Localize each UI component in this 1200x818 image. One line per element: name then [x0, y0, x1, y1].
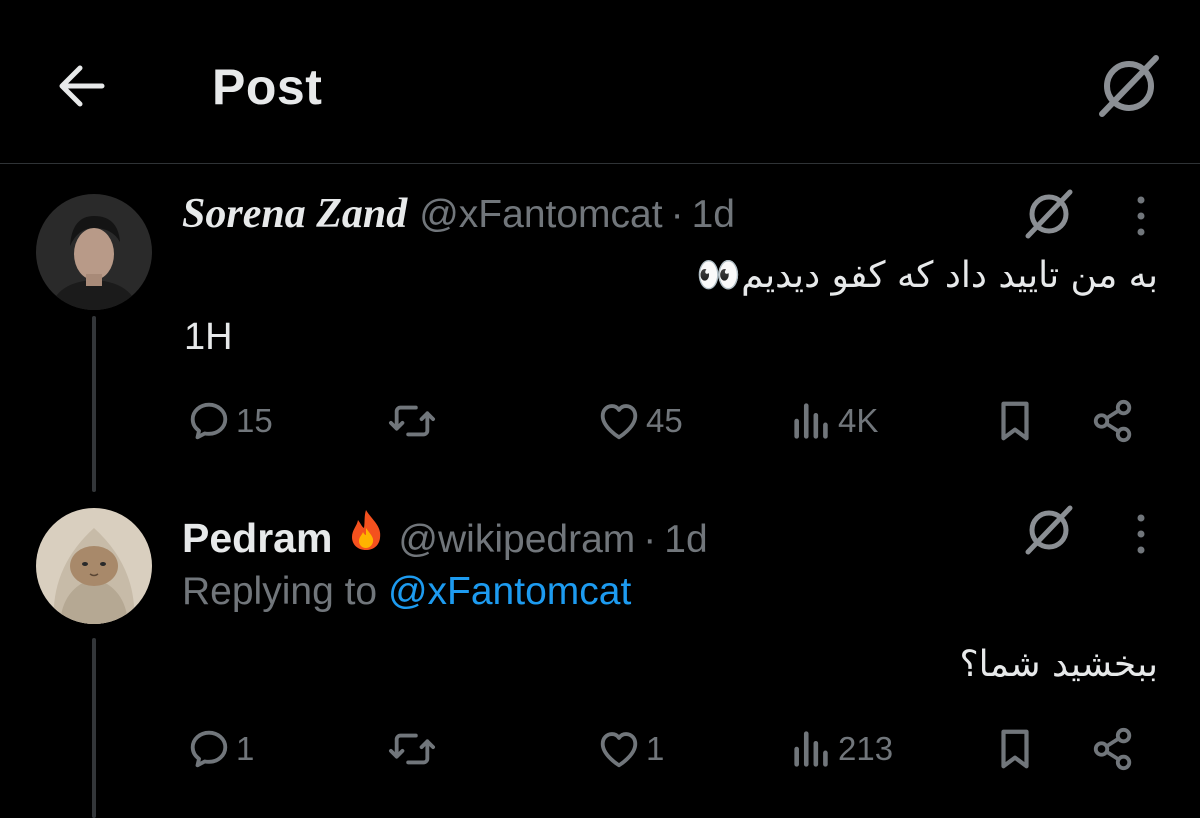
page-title: Post	[212, 59, 323, 115]
views-button[interactable]: 4K	[790, 398, 878, 444]
tweet-text-secondary: 1H	[184, 316, 233, 358]
reply-button[interactable]: 1	[186, 726, 254, 772]
avatar[interactable]	[36, 508, 152, 624]
repost-icon	[388, 405, 435, 437]
bookmark-icon	[1001, 729, 1029, 769]
analytics-icon	[794, 731, 828, 767]
like-button[interactable]: 1	[596, 726, 664, 772]
share-icon	[1093, 727, 1132, 771]
share-button[interactable]	[1090, 398, 1136, 444]
tweet-header: Sorena Zand @xFantomcat · 1d	[182, 190, 735, 238]
like-button[interactable]: 45	[596, 398, 683, 444]
grok-icon	[1025, 189, 1073, 239]
avatar[interactable]	[36, 194, 152, 310]
author-handle[interactable]: @xFantomcat	[419, 193, 662, 237]
heart-icon	[600, 732, 638, 768]
tweet-text: ببخشید شما؟	[959, 644, 1159, 685]
timestamp[interactable]: 1d	[664, 518, 707, 562]
grok-explain-button[interactable]	[1020, 500, 1078, 558]
tweet-text: به من تایید داد که کفو دیدیم👀	[696, 255, 1158, 296]
grok-icon	[1025, 505, 1073, 555]
share-button[interactable]	[1090, 726, 1136, 772]
top-bar: Post	[0, 0, 1200, 164]
grok-button[interactable]	[1094, 50, 1164, 120]
grok-icon	[1099, 55, 1159, 117]
bookmark-button[interactable]	[994, 726, 1036, 772]
more-options-button[interactable]	[1126, 190, 1156, 242]
thread-connector	[92, 316, 96, 492]
reply-icon	[190, 402, 228, 440]
grok-explain-button[interactable]	[1020, 184, 1078, 242]
tweet-header: Pedram @wikipedram · 1d	[182, 508, 708, 561]
more-options-button[interactable]	[1126, 508, 1156, 560]
reply-icon	[190, 730, 228, 768]
more-vertical-icon	[1137, 196, 1145, 236]
reply-count: 15	[236, 402, 273, 439]
bookmark-button[interactable]	[994, 398, 1036, 444]
back-arrow-icon	[59, 65, 105, 107]
heart-icon	[600, 404, 638, 440]
author-name[interactable]: Pedram	[182, 515, 332, 562]
analytics-icon	[794, 403, 828, 439]
replying-prefix: Replying to	[182, 570, 388, 613]
views-button[interactable]: 213	[790, 726, 893, 772]
reply-count: 1	[236, 730, 255, 767]
mention-link[interactable]: @xFantomcat	[388, 570, 631, 613]
like-count: 1	[646, 730, 665, 767]
views-count: 213	[838, 730, 894, 767]
back-button[interactable]	[52, 58, 112, 114]
repost-button[interactable]	[386, 726, 438, 772]
bookmark-icon	[1001, 401, 1029, 441]
author-name[interactable]: Sorena Zand	[182, 190, 407, 238]
replying-to-label: Replying to @xFantomcat	[182, 570, 631, 614]
share-icon	[1093, 399, 1132, 443]
repost-icon	[388, 733, 435, 765]
more-vertical-icon	[1137, 514, 1145, 554]
fire-emoji-icon	[352, 510, 381, 550]
views-count: 4K	[838, 402, 879, 439]
reply-button[interactable]: 15	[186, 398, 273, 444]
author-handle[interactable]: @wikipedram	[398, 518, 635, 562]
repost-button[interactable]	[386, 398, 438, 444]
separator-dot: ·	[670, 193, 684, 236]
like-count: 45	[646, 402, 683, 439]
separator-dot: ·	[643, 518, 657, 561]
thread-connector	[92, 638, 96, 818]
timestamp[interactable]: 1d	[692, 193, 735, 237]
